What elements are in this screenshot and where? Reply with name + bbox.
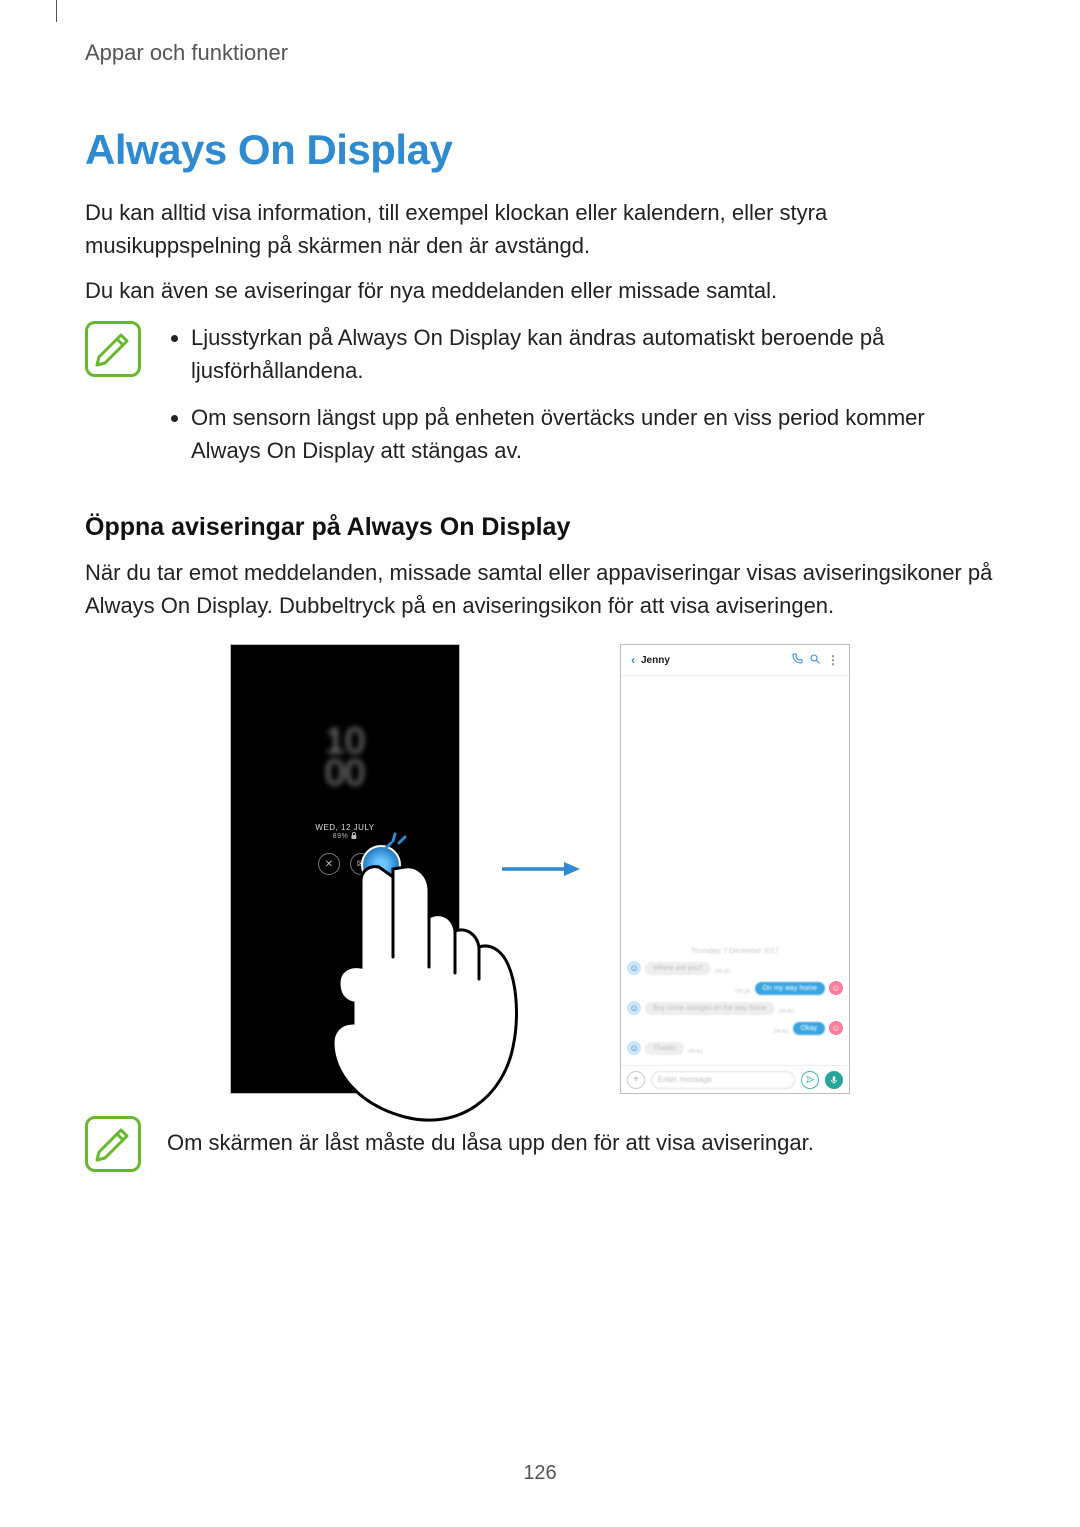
breadcrumb: Appar och funktioner (85, 40, 995, 66)
note-icon (85, 321, 141, 377)
timestamp: 09:30 (715, 969, 730, 975)
page-corner-mark (56, 0, 57, 22)
chat-input-bar: + Enter message (621, 1065, 849, 1093)
avatar: ☺ (627, 961, 641, 975)
intro-paragraph-2: Du kan även se aviseringar för nya medde… (85, 274, 995, 307)
note-text: Om skärmen är låst måste du låsa upp den… (167, 1116, 995, 1159)
avatar: ☺ (627, 1041, 641, 1055)
aod-date: WED, 12 JULY 89% (315, 823, 374, 840)
page-title: Always On Display (85, 126, 995, 174)
avatar: ☺ (829, 981, 843, 995)
hand-illustration (309, 847, 519, 1127)
aod-clock: 10 00 (325, 725, 365, 790)
phone-icon[interactable] (791, 653, 803, 668)
phone-mock-messages: ‹ Jenny ⋮ Thursday, 7 December 2017 ☺ Wh… (620, 644, 850, 1094)
section-paragraph: När du tar emot meddelanden, missade sam… (85, 556, 995, 622)
message-bubble: Where are you? (645, 962, 711, 975)
timestamp: 09:42 (688, 1049, 703, 1055)
avatar: ☺ (829, 1021, 843, 1035)
contact-name: Jenny (641, 655, 670, 666)
message-row: 09:41 Okay ☺ (627, 1021, 843, 1035)
chat-body: Thursday, 7 December 2017 ☺ Where are yo… (621, 675, 849, 1065)
plus-icon[interactable]: + (627, 1071, 645, 1089)
message-bubble: Buy some oranges on the way home (645, 1002, 775, 1015)
search-icon[interactable] (809, 653, 821, 668)
send-icon[interactable] (801, 1071, 819, 1089)
figure: 10 00 WED, 12 JULY 89% ✕ ✉ (85, 644, 995, 1094)
note-item: Ljusstyrkan på Always On Display kan änd… (191, 321, 995, 387)
back-icon[interactable]: ‹ (631, 653, 635, 667)
mic-icon[interactable] (825, 1071, 843, 1089)
message-input[interactable]: Enter message (651, 1071, 795, 1089)
note-block-2: Om skärmen är låst måste du låsa upp den… (85, 1116, 995, 1172)
chat-header: ‹ Jenny ⋮ (621, 645, 849, 676)
timestamp: 09:41 (774, 1029, 789, 1035)
avatar: ☺ (627, 1001, 641, 1015)
message-row: 09:36 On my way home ☺ (627, 981, 843, 995)
more-icon[interactable]: ⋮ (827, 653, 839, 667)
intro-paragraph-1: Du kan alltid visa information, till exe… (85, 196, 995, 262)
document-page: Appar och funktioner Always On Display D… (0, 0, 1080, 1172)
page-number: 126 (523, 1462, 556, 1485)
tap-indicator (361, 845, 397, 881)
missed-call-icon[interactable]: ✕ (318, 853, 340, 875)
message-bubble: Okay (793, 1022, 825, 1035)
phone-mock-aod: 10 00 WED, 12 JULY 89% ✕ ✉ (230, 644, 460, 1094)
message-bubble: On my way home (755, 982, 825, 995)
section-heading: Öppna aviseringar på Always On Display (85, 513, 995, 542)
lock-icon (350, 832, 357, 840)
note-list: Ljusstyrkan på Always On Display kan änd… (167, 321, 995, 467)
note-icon (85, 1116, 141, 1172)
message-row: ☺ Where are you? 09:30 (627, 961, 843, 975)
message-row: ☺ Buy some oranges on the way home 09:40 (627, 1001, 843, 1015)
note-block-1: Ljusstyrkan på Always On Display kan änd… (85, 321, 995, 481)
message-bubble: Thanks (645, 1042, 684, 1055)
timestamp: 09:40 (779, 1009, 794, 1015)
message-row: ☺ Thanks 09:42 (627, 1041, 843, 1055)
arrow-icon (500, 860, 580, 878)
date-separator: Thursday, 7 December 2017 (627, 948, 843, 955)
note-item: Om sensorn längst upp på enheten övertäc… (191, 401, 995, 467)
timestamp: 09:36 (736, 989, 751, 995)
